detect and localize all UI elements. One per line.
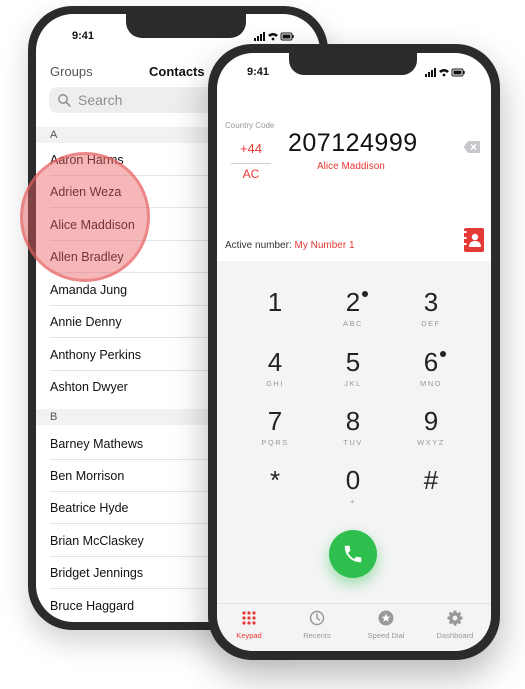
key-digit: 3	[423, 287, 439, 317]
divider	[231, 163, 271, 164]
key-digit: 0	[345, 465, 361, 495]
star-icon	[378, 610, 394, 626]
tab-label: Keypad	[236, 631, 262, 640]
speed-dial-dot	[362, 291, 368, 297]
key-digit: *	[269, 465, 281, 495]
contact-book-icon[interactable]	[464, 228, 484, 252]
tab-label: Speed Dial	[367, 631, 405, 640]
key-letters: ABC	[343, 319, 363, 328]
keypad: 1 2 ABC 3 DEF 4 GHI 5 JKL 6 MNO 7 PQRS 8…	[217, 261, 491, 641]
tab-dashboard[interactable]: Dashboard	[425, 610, 485, 640]
country-code-label: Country Code	[225, 121, 275, 130]
key-digit: 2	[345, 287, 361, 317]
tab-bar: Keypad Recents Speed Dial Dashboard	[217, 603, 491, 651]
tab-speed-dial[interactable]: Speed Dial	[356, 610, 416, 640]
selection-highlight	[20, 152, 150, 282]
key-letters: +	[350, 497, 356, 506]
matched-contact-name[interactable]: Alice Maddison	[317, 161, 385, 172]
key-letters: WXYZ	[417, 438, 445, 447]
active-number-value: My Number 1	[294, 240, 355, 251]
key-letters: DEF	[421, 319, 441, 328]
gear-icon	[447, 610, 463, 626]
key-letters: GHI	[266, 379, 284, 388]
key-letters: PQRS	[261, 438, 289, 447]
key-digit: 8	[345, 406, 361, 436]
groups-button[interactable]: Groups	[50, 64, 93, 79]
key-4[interactable]: 4 GHI	[245, 347, 305, 397]
key-8[interactable]: 8 TUV	[323, 406, 383, 456]
country-abbr: AC	[242, 167, 260, 181]
search-icon	[58, 94, 71, 107]
clock-icon	[309, 610, 325, 626]
promo-stage: 9:41 Groups Contacts Search A Aaron Harm…	[0, 0, 525, 689]
key-digit: 1	[267, 287, 283, 317]
key-digit: 6	[423, 347, 439, 377]
country-code-selector[interactable]: +44 AC	[225, 135, 277, 181]
key-digit: 4	[267, 347, 283, 377]
dialer-screen: 9:41 Country Code +44 AC 207124999 Alice…	[217, 53, 491, 651]
tab-label: Dashboard	[436, 631, 474, 640]
backspace-icon[interactable]	[463, 140, 481, 154]
key-7[interactable]: 7 PQRS	[245, 406, 305, 456]
dialer-phone: 9:41 Country Code +44 AC 207124999 Alice…	[208, 44, 500, 660]
key-0[interactable]: 0 +	[323, 465, 383, 515]
key-digit: #	[423, 465, 439, 495]
status-time: 9:41	[72, 30, 95, 42]
call-button[interactable]	[329, 530, 377, 578]
key-letters: MNO	[420, 379, 442, 388]
key-2[interactable]: 2 ABC	[323, 287, 383, 337]
phone-notch	[126, 14, 246, 38]
key-star[interactable]: *	[245, 465, 305, 515]
tab-label: Recents	[303, 631, 331, 640]
key-6[interactable]: 6 MNO	[401, 347, 461, 397]
dialed-number: 207124999	[288, 129, 418, 157]
key-digit: 9	[423, 406, 439, 436]
status-icons	[254, 32, 294, 43]
key-1[interactable]: 1	[245, 287, 305, 337]
keypad-icon	[242, 611, 256, 625]
page-title: Contacts	[149, 64, 205, 79]
active-number-row[interactable]: Active number: My Number 1	[225, 240, 355, 251]
search-placeholder: Search	[78, 92, 123, 108]
status-icons	[425, 68, 465, 79]
tab-keypad[interactable]: Keypad	[219, 610, 279, 640]
key-hash[interactable]: #	[401, 465, 461, 515]
key-letters: TUV	[343, 438, 363, 447]
active-number-label: Active number:	[225, 240, 292, 251]
country-code: +44	[239, 141, 263, 156]
phone-notch	[289, 53, 417, 75]
speed-dial-dot	[440, 351, 446, 357]
key-3[interactable]: 3 DEF	[401, 287, 461, 337]
key-digit: 5	[345, 347, 361, 377]
key-9[interactable]: 9 WXYZ	[401, 406, 461, 456]
phone-icon	[344, 545, 362, 563]
status-time: 9:41	[247, 66, 270, 78]
tab-recents[interactable]: Recents	[287, 610, 347, 640]
key-5[interactable]: 5 JKL	[323, 347, 383, 397]
key-letters: JKL	[344, 379, 362, 388]
key-digit: 7	[267, 406, 283, 436]
